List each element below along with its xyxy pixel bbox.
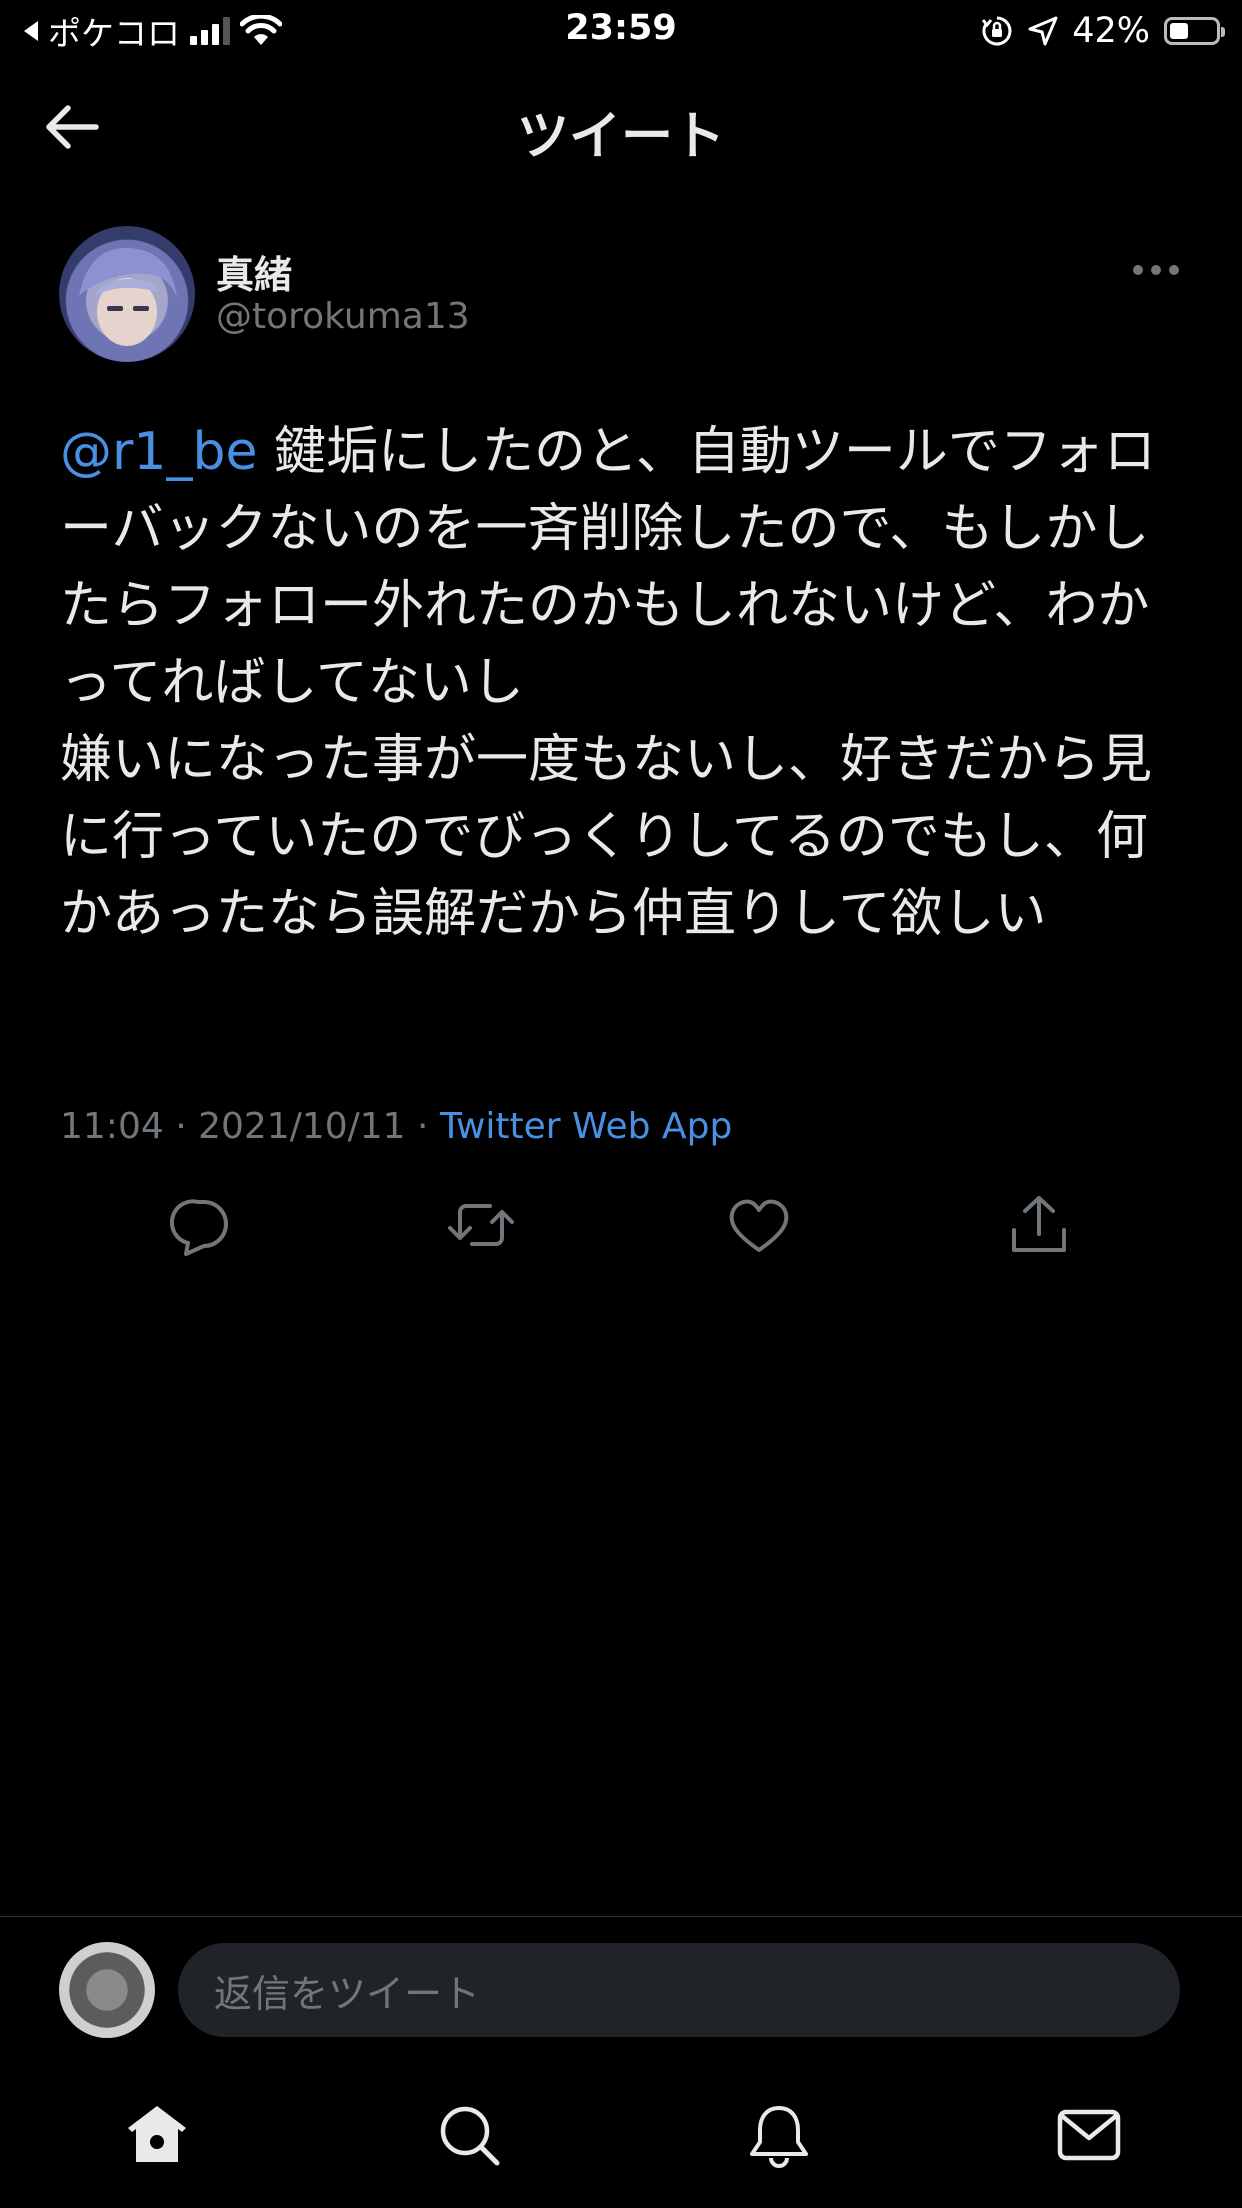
home-icon — [128, 2106, 186, 2162]
battery-icon — [1164, 17, 1225, 45]
more-options-button[interactable] — [1128, 250, 1184, 290]
tweet-meta: 11:04 · 2021/10/11 · Twitter Web App — [60, 1106, 732, 1147]
bottom-tab-bar — [0, 2080, 1242, 2190]
reply-icon — [169, 1199, 228, 1256]
location-icon — [1028, 16, 1058, 46]
tweet-actions — [0, 1190, 1242, 1270]
page-title: ツイート — [516, 107, 725, 167]
meta-separator-2: · — [405, 1106, 440, 1147]
tab-search[interactable] — [434, 2100, 504, 2170]
tweet-date: 2021/10/11 — [198, 1106, 406, 1147]
reply-placeholder: 返信をツイート — [214, 1971, 481, 2016]
author-handle[interactable]: @torokuma13 — [216, 296, 470, 337]
share-button[interactable] — [1004, 1190, 1074, 1260]
tab-notifications[interactable] — [744, 2100, 814, 2170]
bell-icon — [750, 2106, 808, 2168]
tweet-body: 鍵垢にしたのと、自動ツールでフォローバックないのを一斉削除したので、もしかしたら… — [60, 422, 1156, 944]
tab-home[interactable] — [122, 2100, 192, 2170]
tab-messages[interactable] — [1054, 2100, 1124, 2170]
orientation-lock-icon — [982, 16, 1012, 46]
mail-icon — [1057, 2109, 1121, 2161]
mention-link[interactable]: @r1_be — [60, 422, 257, 482]
tweet-time: 11:04 — [60, 1106, 164, 1147]
author-name[interactable]: 真緒 — [216, 244, 292, 299]
reply-button[interactable] — [166, 1190, 236, 1260]
share-icon — [1012, 1196, 1066, 1252]
status-bar: ポケコロ 23:59 42% — [0, 0, 1242, 62]
search-icon — [440, 2106, 500, 2166]
battery-percent: 42% — [1072, 11, 1150, 51]
tweet-source[interactable]: Twitter Web App — [440, 1106, 732, 1147]
header: ツイート — [0, 70, 1242, 180]
tweet-text: @r1_be 鍵垢にしたのと、自動ツールでフォローバックないのを一斉削除したので… — [60, 414, 1180, 953]
reply-input[interactable]: 返信をツイート — [178, 1943, 1180, 2037]
author-avatar[interactable] — [59, 226, 195, 362]
status-right: 42% — [980, 10, 1225, 52]
battery-fill — [1170, 23, 1188, 39]
retweet-button[interactable] — [446, 1190, 516, 1260]
more-dots-icon — [1133, 265, 1179, 275]
user-avatar[interactable] — [59, 1942, 155, 2038]
heart-icon — [729, 1199, 789, 1252]
meta-separator: · — [163, 1106, 199, 1147]
reply-bar: 返信をツイート — [0, 1916, 1242, 2051]
retweet-icon — [448, 1204, 514, 1246]
like-button[interactable] — [724, 1190, 794, 1260]
avatar-image — [79, 247, 177, 346]
